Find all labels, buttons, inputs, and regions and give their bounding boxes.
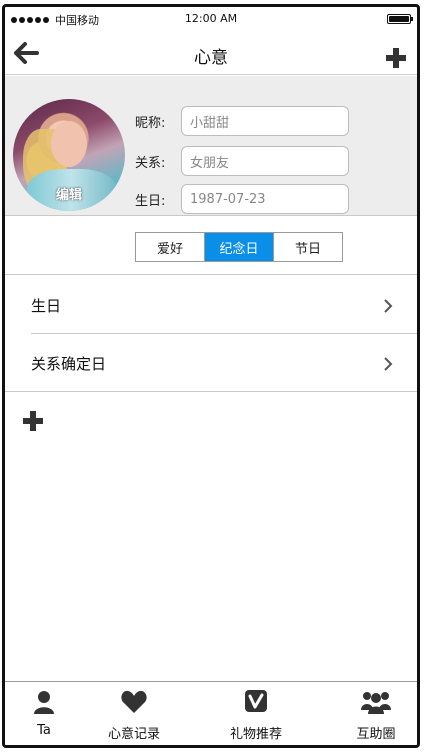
relation-field[interactable]: 女朋友	[181, 146, 349, 176]
birthday-label: 生日:	[135, 193, 166, 209]
segment-holidays[interactable]: 节日	[274, 233, 342, 261]
tab-label: 礼物推荐	[229, 727, 282, 742]
chevron-right-icon	[384, 357, 393, 371]
birthday-field[interactable]: 1987-07-23	[181, 184, 349, 214]
tab-mutual-help[interactable]: 互助圈	[331, 690, 417, 742]
avatar-face	[51, 121, 87, 167]
phone-frame: 中国移动 12:00 AM 心意 编辑 昵称: 小甜甜 关系: 女朋友 生日:	[2, 4, 420, 748]
status-time: 12:00 AM	[184, 12, 238, 25]
tab-bar: Ta 心意记录 礼物推荐 互助圈	[5, 681, 417, 745]
category-segmented-control: 爱好 纪念日 节日	[135, 232, 343, 262]
add-anniversary-plus-icon[interactable]	[23, 411, 43, 431]
birthday-row: 生日: 1987-07-23	[135, 184, 349, 214]
chevron-right-icon	[384, 299, 393, 313]
heart-icon	[121, 690, 147, 713]
relation-label: 关系:	[135, 155, 166, 171]
battery-icon	[387, 14, 413, 24]
person-icon	[34, 691, 54, 714]
relation-row: 关系: 女朋友	[135, 146, 349, 176]
segment-area: 爱好 纪念日 节日	[5, 217, 417, 275]
tab-gift-recommendations[interactable]: 礼物推荐	[211, 690, 301, 742]
navigation-bar: 心意	[5, 31, 417, 75]
list-item-birthday[interactable]: 生日	[5, 276, 417, 334]
avatar[interactable]: 编辑	[13, 99, 125, 211]
tab-gift-records[interactable]: 心意记录	[89, 690, 179, 742]
avatar-edit-label[interactable]: 编辑	[13, 184, 125, 203]
group-icon	[361, 692, 391, 714]
tab-label: 心意记录	[107, 727, 160, 742]
status-bar: 中国移动 12:00 AM	[5, 7, 417, 31]
tab-label: Ta	[37, 723, 51, 738]
plus-icon[interactable]	[385, 47, 407, 69]
page-title: 心意	[194, 48, 228, 68]
nickname-label: 昵称:	[135, 115, 166, 131]
tab-label: 互助圈	[356, 727, 396, 742]
gift-v-icon	[245, 690, 267, 712]
list-divider	[5, 391, 417, 392]
segment-hobbies[interactable]: 爱好	[136, 233, 205, 261]
segment-anniversaries[interactable]: 纪念日	[205, 233, 274, 261]
list-item-label: 生日	[31, 297, 62, 315]
tab-ta[interactable]: Ta	[5, 690, 89, 738]
list-item-label: 关系确定日	[31, 355, 107, 373]
list-item-relationship-date[interactable]: 关系确定日	[5, 334, 417, 392]
nickname-field[interactable]: 小甜甜	[181, 106, 349, 136]
nickname-row: 昵称: 小甜甜	[135, 106, 349, 136]
profile-section: 编辑 昵称: 小甜甜 关系: 女朋友 生日: 1987-07-23	[5, 76, 417, 216]
